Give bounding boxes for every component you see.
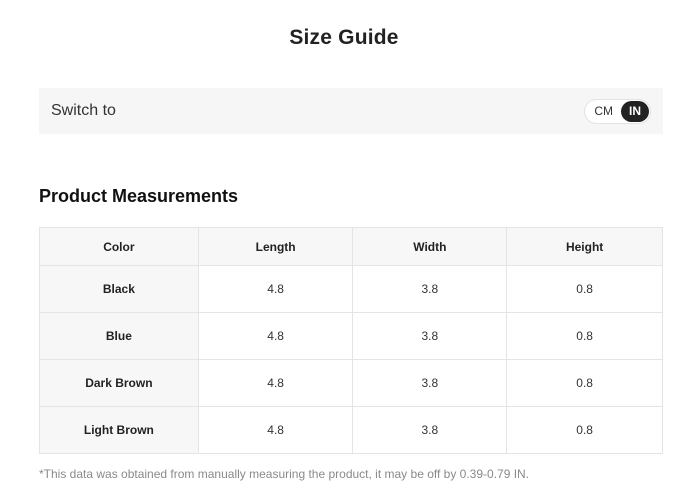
header-color: Color [39, 227, 199, 266]
cell-length: 4.8 [197, 406, 354, 454]
cell-height: 0.8 [506, 359, 663, 407]
header-length: Length [197, 227, 354, 266]
cell-height: 0.8 [506, 406, 663, 454]
section-title: Product Measurements [39, 186, 239, 206]
unit-option-cm[interactable]: CM [586, 101, 621, 122]
unit-option-in[interactable]: IN [621, 100, 649, 122]
footnote: *This data was obtained from manually me… [39, 467, 530, 481]
switch-label: Switch to [51, 102, 116, 119]
header-height: Height [506, 227, 663, 266]
cell-color: Black [39, 265, 199, 313]
unit-switch-bar: Switch to CM IN [39, 88, 663, 134]
table-header-row: Color Length Width Height [39, 227, 663, 266]
page-title: Size Guide [289, 26, 399, 49]
measurements-table: Color Length Width Height Black 4.8 3.8 … [39, 227, 663, 454]
cell-height: 0.8 [506, 265, 663, 313]
cell-color: Dark Brown [39, 359, 199, 407]
cell-length: 4.8 [197, 359, 354, 407]
cell-height: 0.8 [506, 312, 663, 360]
cell-length: 4.8 [197, 312, 354, 360]
table-row: Dark Brown 4.8 3.8 0.8 [39, 359, 663, 407]
cell-width: 3.8 [352, 406, 508, 454]
table-row: Black 4.8 3.8 0.8 [39, 265, 663, 313]
cell-length: 4.8 [197, 265, 354, 313]
cell-width: 3.8 [352, 265, 508, 313]
cell-width: 3.8 [352, 359, 508, 407]
cell-color: Blue [39, 312, 199, 360]
unit-toggle[interactable]: CM IN [584, 98, 651, 124]
table-row: Blue 4.8 3.8 0.8 [39, 312, 663, 360]
size-guide-page: Size Guide Switch to CM IN Product Measu… [0, 0, 688, 492]
cell-width: 3.8 [352, 312, 508, 360]
cell-color: Light Brown [39, 406, 199, 454]
table-row: Light Brown 4.8 3.8 0.8 [39, 406, 663, 454]
header-width: Width [352, 227, 508, 266]
